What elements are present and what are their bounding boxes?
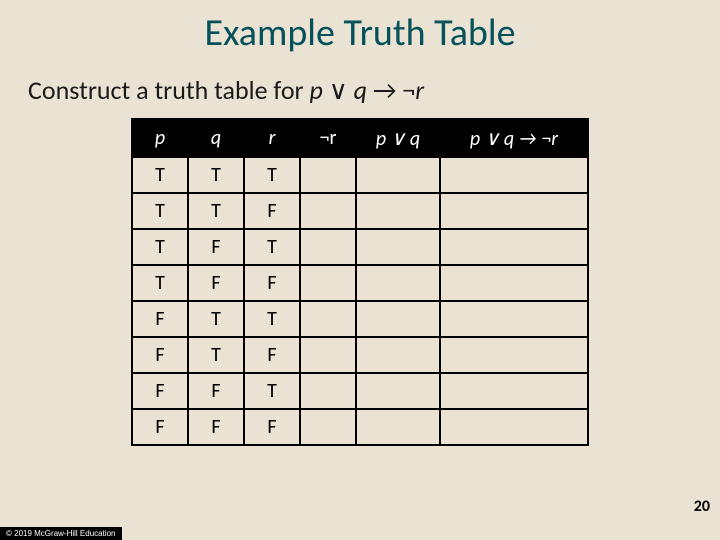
table-row: T T F: [132, 193, 588, 229]
cell-p: F: [132, 301, 188, 337]
cell-p: F: [132, 337, 188, 373]
col-header-r: r: [244, 119, 300, 157]
cell-p: T: [132, 157, 188, 193]
col-header-q: q: [188, 119, 244, 157]
expr-r: r: [415, 74, 424, 106]
cell-notr: [300, 337, 356, 373]
cell-pvq: [356, 337, 440, 373]
col-header-p: p: [132, 119, 188, 157]
page-number: 20: [694, 497, 710, 516]
cell-pvq: [356, 229, 440, 265]
expr-p: p: [309, 74, 322, 106]
table-row: F F F: [132, 409, 588, 445]
cell-q: F: [188, 265, 244, 301]
prompt-text: Construct a truth table for p ∨ q → ¬r: [0, 74, 720, 118]
cell-pvq: [356, 157, 440, 193]
cell-impl: [440, 157, 588, 193]
table-row: F F T: [132, 373, 588, 409]
cell-notr: [300, 193, 356, 229]
expr-or: ∨: [323, 74, 354, 106]
cell-impl: [440, 409, 588, 445]
cell-impl: [440, 265, 588, 301]
table-row: T T T: [132, 157, 588, 193]
cell-r: T: [244, 157, 300, 193]
cell-pvq: [356, 373, 440, 409]
cell-r: F: [244, 337, 300, 373]
cell-notr: [300, 229, 356, 265]
cell-r: F: [244, 409, 300, 445]
cell-q: F: [188, 373, 244, 409]
cell-p: T: [132, 229, 188, 265]
cell-q: F: [188, 409, 244, 445]
cell-impl: [440, 337, 588, 373]
table-row: T F T: [132, 229, 588, 265]
cell-notr: [300, 301, 356, 337]
cell-impl: [440, 373, 588, 409]
truth-table: p q r ¬r p ∨ q p ∨ q → ¬r T T T T T F T …: [131, 118, 589, 446]
table-row: T F F: [132, 265, 588, 301]
table-header-row: p q r ¬r p ∨ q p ∨ q → ¬r: [132, 119, 588, 157]
cell-pvq: [356, 301, 440, 337]
cell-r: F: [244, 193, 300, 229]
table-row: F T T: [132, 301, 588, 337]
cell-pvq: [356, 193, 440, 229]
cell-p: F: [132, 373, 188, 409]
cell-notr: [300, 157, 356, 193]
col-header-impl: p ∨ q → ¬r: [440, 119, 588, 157]
table-row: F T F: [132, 337, 588, 373]
cell-impl: [440, 193, 588, 229]
cell-impl: [440, 229, 588, 265]
cell-p: F: [132, 409, 188, 445]
cell-pvq: [356, 265, 440, 301]
cell-p: T: [132, 193, 188, 229]
cell-notr: [300, 265, 356, 301]
cell-q: T: [188, 193, 244, 229]
cell-r: T: [244, 301, 300, 337]
cell-impl: [440, 301, 588, 337]
cell-r: T: [244, 373, 300, 409]
slide-title: Example Truth Table: [0, 0, 720, 74]
cell-q: T: [188, 157, 244, 193]
col-header-notr: ¬r: [300, 119, 356, 157]
cell-q: F: [188, 229, 244, 265]
cell-notr: [300, 409, 356, 445]
cell-notr: [300, 373, 356, 409]
cell-r: F: [244, 265, 300, 301]
prompt-prefix: Construct a truth table for: [28, 74, 309, 106]
copyright-label: © 2019 McGraw-Hill Education: [0, 527, 122, 540]
cell-q: T: [188, 337, 244, 373]
cell-pvq: [356, 409, 440, 445]
cell-p: T: [132, 265, 188, 301]
col-header-pvq: p ∨ q: [356, 119, 440, 157]
cell-q: T: [188, 301, 244, 337]
cell-r: T: [244, 229, 300, 265]
expr-q: q: [354, 74, 367, 106]
expr-impl: → ¬: [367, 74, 415, 106]
